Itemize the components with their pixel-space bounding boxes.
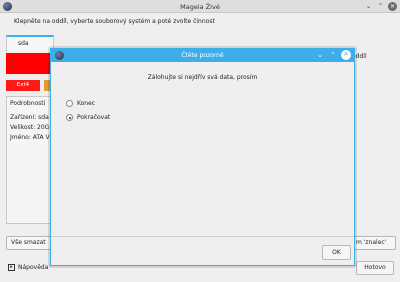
clear-all-button[interactable]: Vše smazat (6, 236, 54, 250)
details-heading: Podrobnosti (10, 100, 46, 107)
details-panel: Podrobnosti Zařízení: sda Velikost: 20G … (6, 96, 54, 224)
close-icon[interactable]: ✕ (388, 2, 397, 11)
chevron-down-icon[interactable]: ⌄ (315, 50, 325, 60)
radio-button[interactable] (66, 100, 73, 107)
radio-button-selected[interactable] (66, 114, 73, 121)
details-device: Zařízení: sda (10, 114, 49, 121)
ext4-filesystem-button[interactable]: Ext4 (6, 80, 40, 91)
help-button[interactable]: ▸ Nápověda (8, 261, 48, 275)
help-arrow-icon: ▸ (8, 264, 15, 271)
confirm-dialog: Čtěte pozorně ⌄ ⌃ ✕ Zálohujte si nejdřív… (50, 48, 355, 266)
option-quit[interactable]: Konec (66, 100, 95, 107)
option-continue[interactable]: Pokračovat (66, 114, 110, 121)
details-name: Jméno: ATA V (10, 134, 50, 141)
expert-mode-button[interactable]: m 'znalec' (351, 236, 396, 250)
chevron-up-icon[interactable]: ⌃ (328, 50, 338, 60)
option-quit-label: Konec (77, 100, 96, 107)
chevron-up-icon[interactable]: ⌃ (376, 2, 385, 11)
dialog-separator (51, 236, 354, 237)
details-size: Velikost: 20G (10, 124, 50, 131)
instruction-text: Klepněte na oddíl, vyberte souborový sys… (14, 18, 215, 25)
chevron-down-icon[interactable]: ⌄ (364, 2, 373, 11)
tab-sda[interactable]: sda (6, 35, 54, 51)
dialog-titlebar: Čtěte pozorně ⌄ ⌃ ✕ (51, 49, 354, 62)
partition-bar-segment[interactable] (6, 53, 54, 74)
close-icon[interactable]: ✕ (341, 50, 351, 60)
done-button[interactable]: Hotovo (356, 261, 394, 275)
help-label: Nápověda (18, 264, 49, 271)
dialog-message: Zálohujte si nejdřív svá data, prosím (147, 74, 258, 81)
dialog-title: Čtěte pozorně (181, 52, 224, 59)
ok-button[interactable]: OK (322, 245, 351, 260)
window-titlebar: Mageia Živé ⌄ ⌃ ✕ (0, 0, 400, 13)
option-continue-label: Pokračovat (77, 114, 111, 121)
window-title: Mageia Živé (180, 3, 220, 11)
